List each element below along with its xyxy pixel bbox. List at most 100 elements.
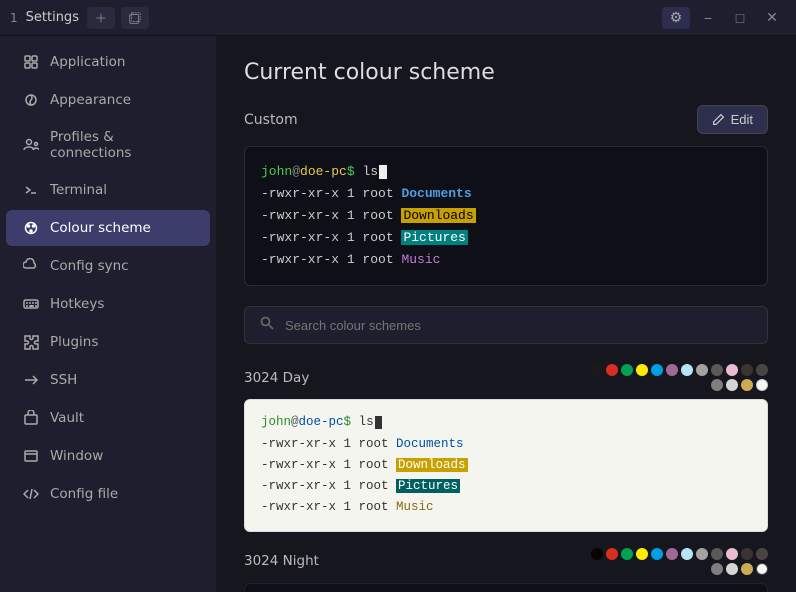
sidebar-item-ssh[interactable]: SSH [6, 362, 210, 398]
dot [591, 364, 603, 376]
sidebar-label-config-sync: Config sync [50, 258, 129, 274]
maximize-button[interactable]: □ [726, 7, 754, 29]
new-tab-button[interactable] [87, 7, 115, 29]
dot [711, 379, 723, 391]
sidebar-label-application: Application [50, 54, 125, 70]
dot [636, 548, 648, 560]
dot [741, 563, 753, 575]
dot [636, 364, 648, 376]
search-box[interactable] [244, 306, 768, 344]
dot [606, 548, 618, 560]
dot [681, 364, 693, 376]
sidebar-item-config-sync[interactable]: Config sync [6, 248, 210, 284]
sidebar-label-profiles: Profiles & connections [50, 129, 194, 161]
edit-button[interactable]: Edit [697, 105, 768, 134]
sidebar-item-appearance[interactable]: Appearance [6, 82, 210, 118]
dot [756, 548, 768, 560]
page-title: Current colour scheme [244, 60, 768, 85]
sidebar-label-terminal: Terminal [50, 182, 107, 198]
dot [696, 548, 708, 560]
palette-icon [22, 219, 40, 237]
dot [591, 548, 603, 560]
dot [666, 364, 678, 376]
keyboard-icon [22, 295, 40, 313]
scheme-name-3024-night: 3024 Night [244, 553, 319, 569]
titlebar: 1 Settings ⚙ − □ ✕ [0, 0, 796, 36]
dot [696, 364, 708, 376]
term-host: doe-pc [300, 164, 347, 179]
dot [726, 563, 738, 575]
color-dots-3024-night [588, 548, 768, 575]
custom-terminal-preview: john@doe-pc$ ls -rwxr-xr-x 1 root Docume… [244, 146, 768, 286]
scheme-card-3024-day: 3024 Day [244, 364, 768, 531]
dot [741, 379, 753, 391]
sidebar-item-plugins[interactable]: Plugins [6, 324, 210, 360]
dot [651, 364, 663, 376]
sidebar-label-hotkeys: Hotkeys [50, 296, 104, 312]
sidebar-item-hotkeys[interactable]: Hotkeys [6, 286, 210, 322]
dot [726, 548, 738, 560]
sidebar-label-appearance: Appearance [50, 92, 131, 108]
app-icon [22, 53, 40, 71]
close-button[interactable]: ✕ [758, 7, 786, 29]
titlebar-tabs [87, 7, 149, 29]
sidebar-item-config-file[interactable]: Config file [6, 476, 210, 512]
custom-label: Custom [244, 112, 298, 128]
dot [711, 548, 723, 560]
dot [651, 548, 663, 560]
sidebar-label-colour-scheme: Colour scheme [50, 220, 151, 236]
sidebar: Application Appearance Profiles & connec… [0, 36, 216, 592]
dot [726, 364, 738, 376]
day-cursor [375, 416, 382, 429]
sidebar-item-application[interactable]: Application [6, 44, 210, 80]
window-number: 1 [10, 11, 18, 25]
dot [726, 379, 738, 391]
content-area: Current colour scheme Custom Edit john@d… [216, 36, 796, 592]
vault-icon [22, 409, 40, 427]
cloud-icon [22, 257, 40, 275]
dot [741, 364, 753, 376]
dot [741, 548, 753, 560]
dot [756, 379, 768, 391]
sidebar-label-vault: Vault [50, 410, 84, 426]
dot [621, 548, 633, 560]
dot [681, 548, 693, 560]
search-icon [259, 315, 275, 335]
window-title: Settings [26, 10, 79, 25]
profiles-icon [22, 136, 40, 154]
dot [606, 364, 618, 376]
dot [756, 364, 768, 376]
sidebar-label-window: Window [50, 448, 103, 464]
appearance-icon [22, 91, 40, 109]
dot [711, 563, 723, 575]
dot [621, 364, 633, 376]
main-layout: Application Appearance Profiles & connec… [0, 36, 796, 592]
titlebar-left: 1 Settings [10, 7, 652, 29]
custom-section-header: Custom Edit [244, 105, 768, 134]
terminal-icon [22, 181, 40, 199]
code-icon [22, 485, 40, 503]
scheme-card-3024-night: 3024 Night [244, 548, 768, 592]
minimize-button[interactable]: − [694, 7, 722, 29]
sidebar-item-vault[interactable]: Vault [6, 400, 210, 436]
sidebar-item-profiles[interactable]: Profiles & connections [6, 120, 210, 170]
dot [711, 364, 723, 376]
sidebar-item-colour-scheme[interactable]: Colour scheme [6, 210, 210, 246]
sidebar-label-plugins: Plugins [50, 334, 98, 350]
cursor [379, 165, 387, 179]
dot [756, 563, 768, 575]
sidebar-label-config-file: Config file [50, 486, 118, 502]
search-input[interactable] [285, 318, 753, 333]
dot [666, 548, 678, 560]
scheme-terminal-3024-day[interactable]: john@doe-pc$ ls -rwxr-xr-x 1 root Docume… [244, 399, 768, 531]
scheme-terminal-3024-night[interactable]: john@doe-pc$ ls -rwxr-xr-x 1 root Docume… [244, 583, 768, 592]
term-user: john [261, 164, 292, 179]
sidebar-item-terminal[interactable]: Terminal [6, 172, 210, 208]
settings-button[interactable]: ⚙ [662, 7, 690, 29]
duplicate-icon [128, 11, 142, 25]
sidebar-item-window[interactable]: Window [6, 438, 210, 474]
titlebar-actions: ⚙ − □ ✕ [662, 7, 786, 29]
pencil-icon [712, 113, 725, 126]
duplicate-tab-button[interactable] [121, 7, 149, 29]
scheme-name-3024-day: 3024 Day [244, 370, 309, 386]
